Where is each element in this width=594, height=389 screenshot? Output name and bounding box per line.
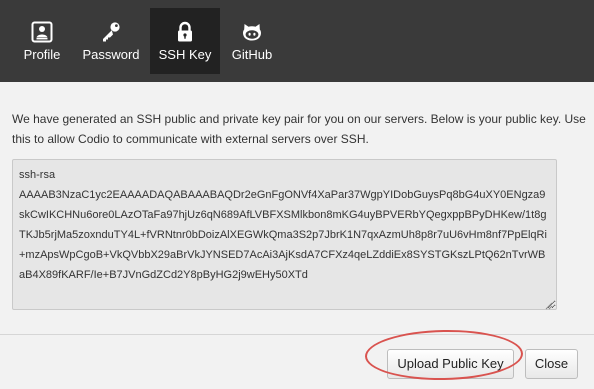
tab-ssh-key-label: SSH Key: [158, 47, 212, 62]
close-button[interactable]: Close: [525, 349, 578, 379]
github-icon: [240, 20, 264, 44]
upload-public-key-button[interactable]: Upload Public Key: [387, 349, 514, 379]
tab-password[interactable]: Password: [78, 8, 144, 74]
resize-grip-icon[interactable]: [545, 302, 553, 310]
profile-card-icon: [30, 20, 54, 44]
tab-password-label: Password: [82, 47, 140, 62]
ssh-key-description: We have generated an SSH public and priv…: [12, 112, 586, 146]
tab-profile[interactable]: Profile: [12, 8, 72, 74]
tab-ssh-key[interactable]: SSH Key: [150, 8, 220, 74]
settings-tabbar: Profile Password SSH Key GitHub: [0, 0, 594, 82]
tab-github[interactable]: GitHub: [226, 8, 278, 74]
lock-icon: [173, 20, 197, 44]
public-key-textarea[interactable]: ssh-rsa AAAAB3NzaC1yc2EAAAADAQABAAABAQDr…: [12, 159, 557, 310]
dialog-footer: Upload Public Key Close: [0, 334, 594, 389]
tab-profile-label: Profile: [23, 47, 61, 62]
ssh-key-panel: We have generated an SSH public and priv…: [0, 82, 594, 334]
tab-github-label: GitHub: [231, 47, 273, 62]
key-icon: [99, 20, 123, 44]
